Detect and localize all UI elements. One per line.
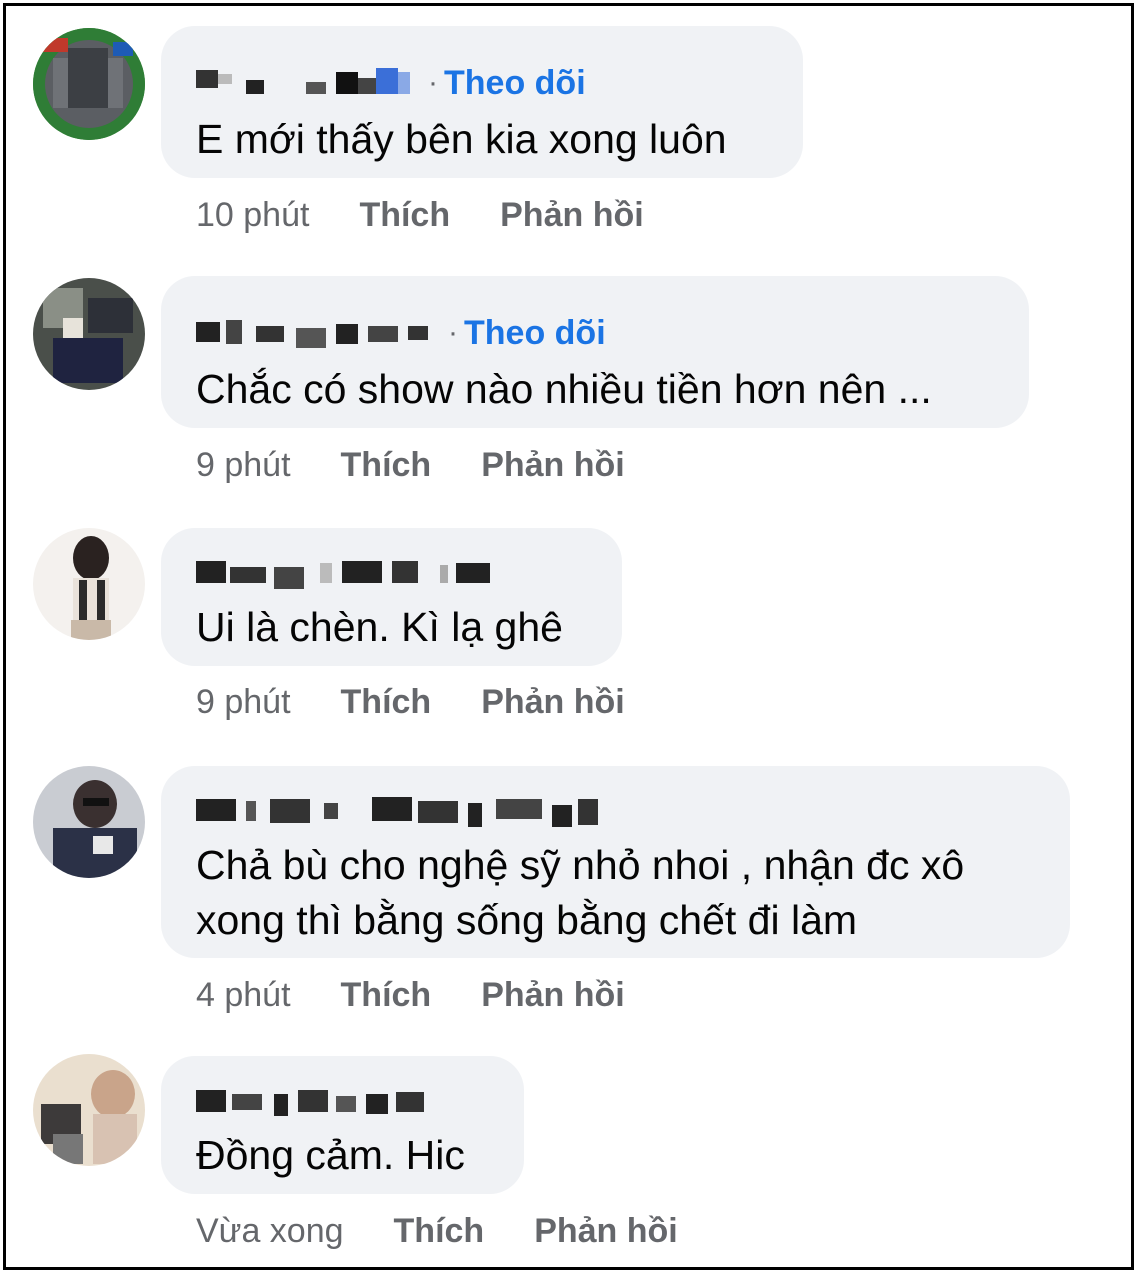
- comment-actions: 9 phút Thích Phản hồi: [196, 443, 675, 488]
- comment-bubble: · Theo dõi Chắc có show nào nhiều tiền h…: [161, 276, 1029, 428]
- avatar[interactable]: [33, 28, 145, 140]
- author-row: [196, 791, 606, 831]
- comments-panel: · Theo dõi E mới thấy bên kia xong luôn …: [3, 3, 1134, 1270]
- follow-button[interactable]: Theo dõi: [444, 64, 586, 103]
- author-name-redacted[interactable]: [196, 793, 606, 829]
- comment-text: Chả bù cho nghệ sỹ nhỏ nhoi , nhận đc xô…: [196, 842, 965, 943]
- author-row: · Theo dõi: [196, 63, 586, 103]
- avatar[interactable]: [33, 766, 145, 878]
- reply-button[interactable]: Phản hồi: [481, 976, 625, 1015]
- timestamp[interactable]: 10 phút: [196, 196, 309, 235]
- author-name-redacted[interactable]: [196, 1084, 436, 1118]
- author-name-redacted[interactable]: [196, 316, 436, 350]
- reply-button[interactable]: Phản hồi: [500, 196, 644, 235]
- reply-button[interactable]: Phản hồi: [481, 683, 625, 722]
- separator-dot: ·: [448, 316, 458, 349]
- comment-actions: 9 phút Thích Phản hồi: [196, 680, 675, 725]
- comment-text: Đồng cảm. Hic: [196, 1132, 465, 1178]
- avatar[interactable]: [33, 278, 145, 390]
- avatar[interactable]: [33, 1054, 145, 1166]
- comment-actions: 10 phút Thích Phản hồi: [196, 193, 694, 238]
- like-button[interactable]: Thích: [341, 683, 432, 722]
- like-button[interactable]: Thích: [394, 1212, 485, 1251]
- comment-bubble: Đồng cảm. Hic: [161, 1056, 524, 1194]
- comment-actions: 4 phút Thích Phản hồi: [196, 973, 675, 1018]
- avatar[interactable]: [33, 528, 145, 640]
- timestamp[interactable]: Vừa xong: [196, 1212, 344, 1251]
- timestamp[interactable]: 9 phút: [196, 446, 291, 485]
- avatar-image: [33, 278, 145, 390]
- comment-actions: Vừa xong Thích Phản hồi: [196, 1209, 728, 1254]
- avatar-image: [33, 528, 145, 640]
- author-name-redacted[interactable]: [196, 555, 496, 589]
- separator-dot: ·: [428, 66, 438, 99]
- comment-text: Ui là chèn. Kì lạ ghê: [196, 604, 563, 650]
- like-button[interactable]: Thích: [359, 196, 450, 235]
- reply-button[interactable]: Phản hồi: [481, 446, 625, 485]
- like-button[interactable]: Thích: [341, 446, 432, 485]
- timestamp[interactable]: 9 phút: [196, 683, 291, 722]
- comment-text: Chắc có show nào nhiều tiền hơn nên ...: [196, 366, 932, 412]
- like-button[interactable]: Thích: [341, 976, 432, 1015]
- comment-bubble: Chả bù cho nghệ sỹ nhỏ nhoi , nhận đc xô…: [161, 766, 1070, 958]
- timestamp[interactable]: 4 phút: [196, 976, 291, 1015]
- author-row: [196, 1081, 436, 1121]
- avatar-image: [33, 766, 145, 878]
- avatar-image: [33, 1054, 145, 1166]
- reply-button[interactable]: Phản hồi: [534, 1212, 678, 1251]
- avatar-image: [33, 28, 145, 140]
- comment-bubble: · Theo dõi E mới thấy bên kia xong luôn: [161, 26, 803, 178]
- author-row: [196, 552, 496, 592]
- comment-bubble: Ui là chèn. Kì lạ ghê: [161, 528, 622, 666]
- author-row: · Theo dõi: [196, 313, 606, 353]
- author-name-redacted[interactable]: [196, 66, 416, 100]
- comment-text: E mới thấy bên kia xong luôn: [196, 116, 727, 162]
- follow-button[interactable]: Theo dõi: [464, 314, 606, 353]
